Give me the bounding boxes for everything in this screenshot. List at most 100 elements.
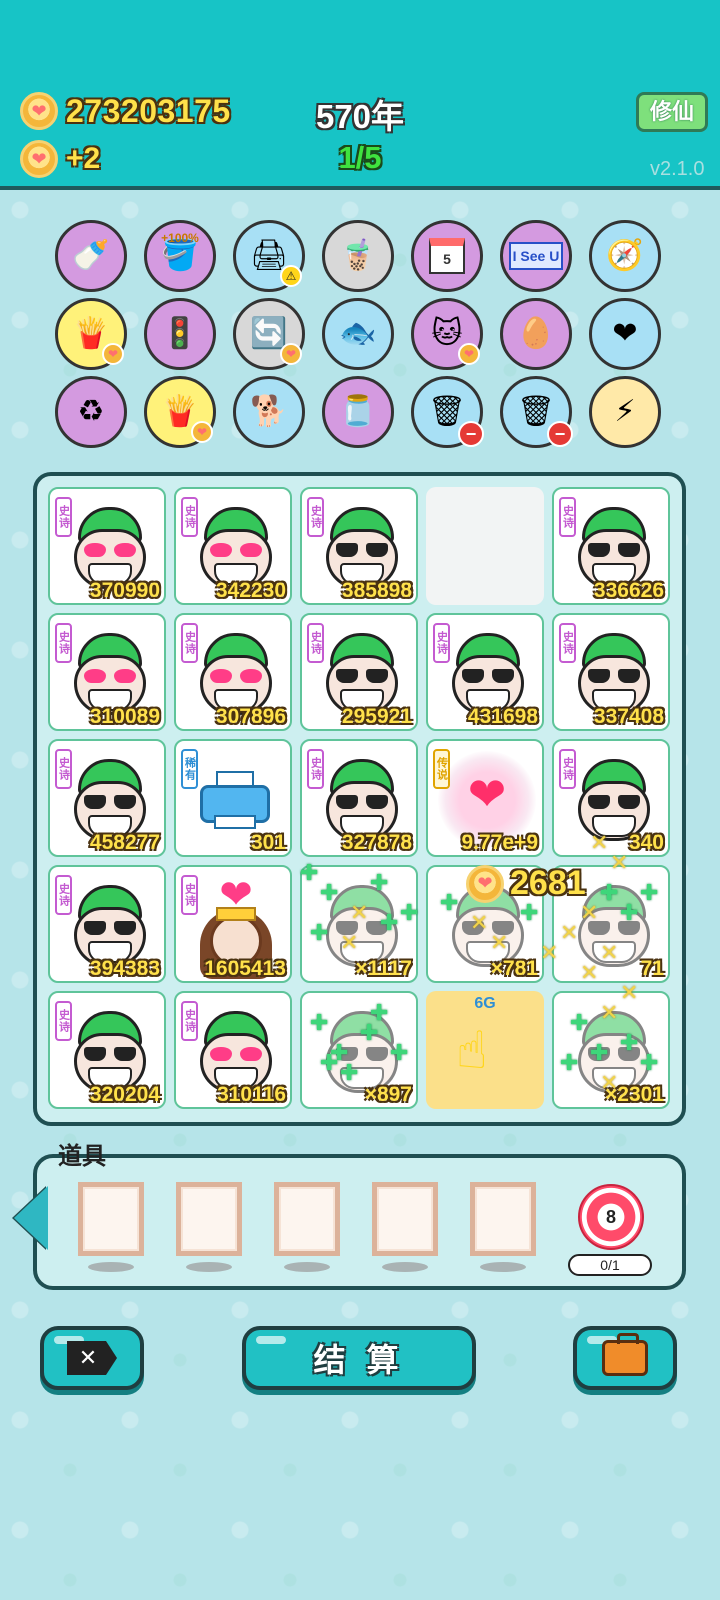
cat-icon[interactable]: 🐱 ❤ — [411, 298, 483, 370]
item-glyph: 🚦 — [161, 317, 199, 350]
board-cell[interactable]: 史诗 307896 — [174, 613, 292, 731]
sparkle-icon: ✚ — [400, 900, 419, 925]
board-cell[interactable]: 史诗 385898 — [300, 487, 418, 605]
rarity-tag: 史诗 — [181, 497, 198, 537]
briefcase-icon — [602, 1333, 648, 1376]
prop-slot[interactable] — [176, 1182, 242, 1256]
rarity-tag: 史诗 — [55, 875, 72, 915]
fish-tank-icon[interactable]: 🐟 — [322, 298, 394, 370]
sparkle-icon: ✚ — [620, 900, 639, 925]
lightning-icon[interactable]: ⚡ — [589, 376, 661, 448]
cancel-button[interactable]: ✕ — [40, 1326, 144, 1390]
i-see-u-icon[interactable]: I See U — [500, 220, 572, 292]
sparkle-icon: ✕ — [470, 910, 489, 935]
sparkle-icon: ✕ — [590, 830, 609, 855]
prop-slot[interactable] — [470, 1182, 536, 1256]
prop-slot[interactable] — [274, 1182, 340, 1256]
xiuxian-button[interactable]: 修仙 — [636, 92, 708, 132]
board-cell[interactable]: ❤ 传说 9.77e+9 — [426, 739, 544, 857]
board-cell[interactable]: 史诗 340 — [552, 739, 670, 857]
heart-icon: ❤ — [219, 873, 253, 917]
briefcase-button[interactable] — [573, 1326, 677, 1390]
board-cell[interactable]: 史诗 327878 — [300, 739, 418, 857]
heart-fan-icon[interactable]: ❤ — [589, 298, 661, 370]
board-cell[interactable]: 史诗 310089 — [48, 613, 166, 731]
board-cell[interactable]: 稀有 301 — [174, 739, 292, 857]
trash-bag-icon[interactable]: 🗑 − — [500, 376, 573, 448]
bubble-tea-icon[interactable]: 🧋 — [322, 220, 394, 292]
sparkle-icon: ✚ — [620, 1030, 639, 1055]
character-face — [74, 759, 146, 841]
board-cell[interactable]: 史诗 310116 — [174, 991, 292, 1109]
cell-value: 394383 — [89, 957, 160, 980]
rarity-tag: 史诗 — [307, 497, 324, 537]
sparkle-icon: ✚ — [560, 1050, 579, 1075]
top-bar: ❤ 273203175 ❤ +2 570年 1/5 修仙 v2.1.0 — [0, 0, 720, 190]
item-glyph: 🖨 — [249, 239, 289, 272]
compass-icon[interactable]: 🧭 — [589, 220, 661, 292]
character-face — [74, 1011, 146, 1093]
remove-badge-icon[interactable]: − — [458, 421, 484, 447]
board-cell[interactable]: 史诗 342230 — [174, 487, 292, 605]
egg-icon[interactable]: 🥚 — [500, 298, 572, 370]
fries-icon[interactable]: 🍟 ❤ — [55, 298, 127, 370]
sparkle-icon: ✚ — [380, 910, 399, 935]
board-cell[interactable]: 史诗 320204 — [48, 991, 166, 1109]
breast-pump-icon[interactable]: 🍼 — [55, 220, 127, 292]
prop-slot[interactable] — [372, 1182, 438, 1256]
floating-coin-amount: 2681 — [510, 864, 586, 902]
item-glyph: 🫙 — [339, 395, 377, 428]
recycle-icon[interactable]: ♻ — [55, 376, 127, 448]
sparkle-icon: ✕ — [610, 850, 629, 875]
heart-badge-icon: ❤ — [458, 343, 480, 365]
target-icon[interactable]: 8 — [578, 1184, 644, 1250]
board-cell[interactable]: ❤ 史诗 1605413 — [174, 865, 292, 983]
shiba-dog-icon[interactable]: 🐕 — [233, 376, 305, 448]
remove-badge-icon[interactable]: − — [547, 421, 573, 447]
year-counter: 570年 — [315, 98, 405, 135]
warning-badge-icon: ⚠ — [280, 265, 302, 287]
settle-button[interactable]: 结 算 — [242, 1326, 476, 1390]
fries-icon[interactable]: 🍟 ❤ — [144, 376, 216, 448]
calendar-day: 5 — [429, 238, 465, 274]
settle-label: 结 算 — [313, 1342, 405, 1378]
cell-value: 458277 — [89, 831, 160, 854]
board-cell[interactable]: 史诗 431698 — [426, 613, 544, 731]
calendar-icon[interactable]: 5 — [411, 220, 483, 292]
refresh-icon[interactable]: 🔄 ❤ — [233, 298, 305, 370]
empty-cell[interactable] — [426, 487, 544, 605]
sparkle-icon: ✕ — [350, 900, 369, 925]
board-cell[interactable]: 史诗 370990 — [48, 487, 166, 605]
printer-icon — [200, 771, 270, 829]
trash-bag-icon[interactable]: 🗑 − — [411, 376, 484, 448]
item-glyph: ❤ — [612, 317, 638, 350]
sparkle-icon: ✚ — [640, 880, 659, 905]
rarity-tag: 史诗 — [559, 623, 576, 663]
heart-face-icon: ❤ — [467, 768, 507, 820]
prop-slot[interactable] — [78, 1182, 144, 1256]
heart-badge-icon: ❤ — [280, 343, 302, 365]
character-face — [578, 759, 650, 841]
board-cell[interactable]: 6G ☝ — [426, 991, 544, 1109]
printer-icon[interactable]: 🖨 ⚠ — [233, 220, 305, 292]
heart-badge-icon: ❤ — [102, 343, 124, 365]
board-cell[interactable]: 史诗 336626 — [552, 487, 670, 605]
board-cell[interactable]: 史诗 337408 — [552, 613, 670, 731]
sunglasses-icon — [84, 921, 136, 935]
board-cell[interactable]: 史诗 394383 — [48, 865, 166, 983]
left-arrow-icon[interactable] — [14, 1186, 48, 1250]
jar-icon[interactable]: 🫙 — [322, 376, 394, 448]
i-see-u-label: I See U — [508, 242, 564, 270]
rarity-tag: 史诗 — [55, 623, 72, 663]
cell-value: 71 — [640, 957, 664, 980]
rarity-tag: 史诗 — [55, 1001, 72, 1041]
board-cell[interactable]: 史诗 295921 — [300, 613, 418, 731]
board-cell[interactable]: 史诗 458277 — [48, 739, 166, 857]
sparkle-icon: ✕ — [620, 980, 639, 1005]
bucket-icon[interactable]: 🪣 +100% — [144, 220, 216, 292]
sparkle-icon: ✕ — [580, 900, 599, 925]
heart-glasses-icon — [84, 669, 136, 683]
cell-value: ×897 — [364, 1083, 412, 1106]
cell-value: 310089 — [89, 705, 160, 728]
ghost-traffic-light-icon[interactable]: 🚦 — [144, 298, 216, 370]
